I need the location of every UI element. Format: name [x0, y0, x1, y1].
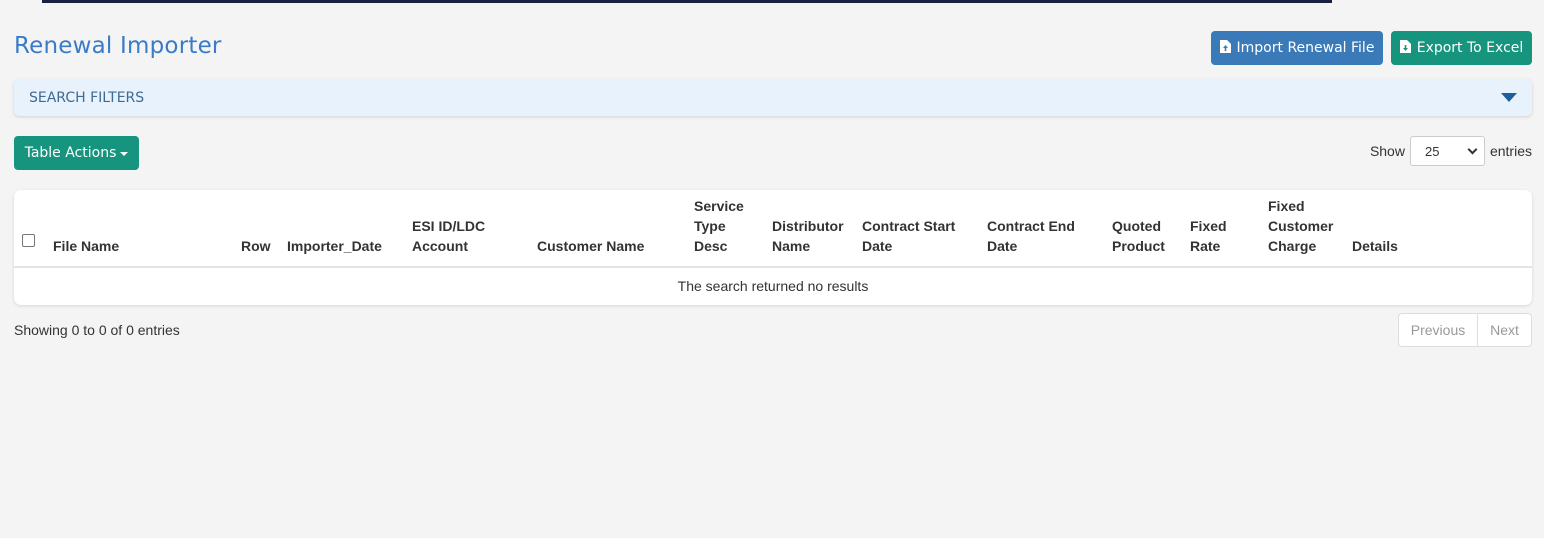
table-actions-dropdown[interactable]: Table Actions — [14, 136, 139, 170]
table-actions-label: Table Actions — [24, 145, 117, 161]
entries-label: entries — [1489, 143, 1532, 159]
empty-message: The search returned no results — [677, 277, 869, 294]
empty-row: The search returned no results — [14, 267, 1532, 303]
table-header-row: File Name Row Importer_Date ESI ID/LDC A… — [14, 190, 1532, 268]
column-header-quoted-product[interactable]: Quoted Product — [1112, 190, 1190, 268]
file-download-icon — [1399, 39, 1411, 57]
column-header-distributor-name[interactable]: Distributor Name — [772, 190, 862, 268]
column-header-row[interactable]: Row — [241, 190, 287, 268]
import-button-label: Import Renewal File — [1236, 40, 1375, 56]
column-header-esi-id-ldc-account[interactable]: ESI ID/LDC Account — [412, 190, 537, 268]
column-header-file-name[interactable]: File Name — [53, 190, 241, 268]
page-length-control: Show 25 entries — [1370, 136, 1532, 166]
column-header-contract-end-date[interactable]: Contract End Date — [987, 190, 1112, 268]
search-filters-panel[interactable]: SEARCH FILTERS — [14, 79, 1532, 116]
entries-per-page-select[interactable]: 25 — [1409, 136, 1485, 166]
column-header-importer-date[interactable]: Importer_Date — [287, 190, 412, 268]
caret-down-icon — [120, 152, 129, 156]
column-header-contract-start-date[interactable]: Contract Start Date — [862, 190, 987, 268]
page-title: Renewal Importer — [14, 33, 222, 59]
column-header-fixed-customer-charge[interactable]: Fixed Customer Charge — [1268, 190, 1352, 268]
entries-per-page-value: 25 — [1424, 143, 1440, 159]
previous-page-button[interactable]: Previous — [1399, 314, 1478, 346]
next-page-button[interactable]: Next — [1478, 314, 1531, 346]
export-to-excel-button[interactable]: Export To Excel — [1391, 31, 1532, 65]
column-header-customer-name[interactable]: Customer Name — [537, 190, 694, 268]
select-all-checkbox[interactable] — [22, 234, 35, 247]
select-all-header — [14, 190, 53, 268]
file-upload-icon — [1219, 39, 1231, 57]
column-header-details[interactable]: Details — [1352, 190, 1532, 268]
chevron-down-icon — [1467, 144, 1478, 154]
search-filters-label: SEARCH FILTERS — [29, 89, 145, 106]
column-header-fixed-rate[interactable]: Fixed Rate — [1190, 190, 1268, 268]
caret-down-icon[interactable] — [1501, 93, 1517, 102]
import-renewal-file-button[interactable]: Import Renewal File — [1211, 31, 1383, 65]
results-table: File Name Row Importer_Date ESI ID/LDC A… — [14, 190, 1532, 303]
table-info: Showing 0 to 0 of 0 entries — [14, 322, 180, 338]
results-table-card: File Name Row Importer_Date ESI ID/LDC A… — [14, 190, 1532, 305]
pagination: Previous Next — [1398, 313, 1532, 347]
column-header-service-type-desc[interactable]: Service Type Desc — [694, 190, 772, 268]
show-label: Show — [1369, 143, 1405, 159]
top-nav-bar — [42, 0, 1332, 3]
export-button-label: Export To Excel — [1416, 40, 1524, 56]
